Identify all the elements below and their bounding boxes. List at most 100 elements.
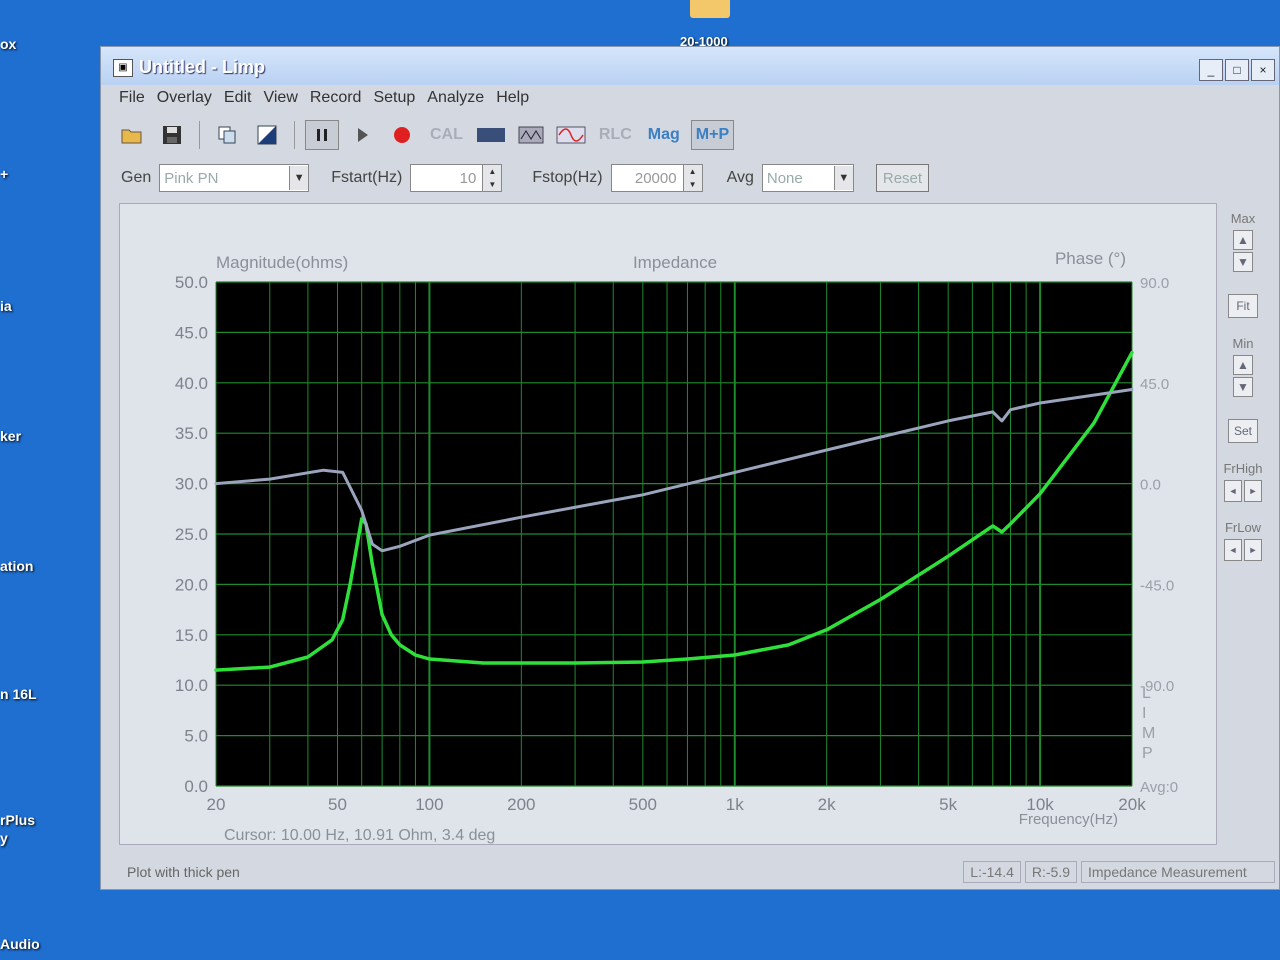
- close-button[interactable]: ×: [1251, 59, 1275, 81]
- desktop-icon-label[interactable]: ia: [0, 298, 12, 314]
- menu-bar: File Overlay Edit View Record Setup Anal…: [101, 85, 1279, 113]
- menu-setup[interactable]: Setup: [371, 85, 425, 113]
- menu-help[interactable]: Help: [494, 85, 539, 113]
- contrast-icon[interactable]: [250, 120, 284, 150]
- x-tick-label: 1k: [726, 795, 744, 814]
- min-down-icon[interactable]: ▼: [1233, 377, 1253, 397]
- y-tick-label: 15.0: [175, 626, 208, 645]
- menu-file[interactable]: File: [117, 85, 155, 113]
- max-down-icon[interactable]: ▼: [1233, 252, 1253, 272]
- y-tick-label: 45.0: [175, 323, 208, 342]
- menu-analyze[interactable]: Analyze: [425, 85, 494, 113]
- chart-title: Impedance: [633, 253, 717, 272]
- fstop-label: Fstop(Hz): [532, 169, 603, 186]
- y2-tick-label: 0.0: [1140, 477, 1161, 494]
- desktop-folder-icon[interactable]: [690, 0, 730, 18]
- fit-button[interactable]: Fit: [1228, 294, 1258, 318]
- y-tick-label: 30.0: [175, 475, 208, 494]
- app-icon[interactable]: ▣: [113, 59, 133, 77]
- save-icon[interactable]: [155, 120, 189, 150]
- menu-record[interactable]: Record: [308, 85, 372, 113]
- desktop-icon-label[interactable]: ker: [0, 428, 21, 444]
- avg-readout: Avg:0: [1140, 779, 1178, 796]
- magnitude-phase-button[interactable]: M+P: [690, 120, 735, 150]
- minimize-button[interactable]: _: [1199, 59, 1223, 81]
- toolbar-separator: [294, 121, 295, 149]
- max-label: Max: [1230, 211, 1256, 226]
- limp-side-label: LIMP: [1142, 685, 1155, 762]
- x-tick-labels: 20 50 100 200 500 1k 2k 5k 10k 20k: [207, 795, 1147, 814]
- max-up-icon[interactable]: ▲: [1233, 230, 1253, 250]
- frlow-left-icon[interactable]: ◄: [1224, 539, 1242, 561]
- status-l: L:-14.4: [963, 861, 1021, 883]
- avg-select[interactable]: None ▼: [761, 164, 854, 192]
- desktop-icon-label[interactable]: +: [0, 166, 8, 182]
- y-tick-label: 0.0: [184, 777, 208, 796]
- chevron-down-icon[interactable]: ▼: [833, 166, 853, 190]
- min-label: Min: [1232, 336, 1254, 351]
- avg-label: Avg: [726, 169, 754, 186]
- fstart-value: 10: [459, 169, 477, 187]
- desktop-icon-label[interactable]: y: [0, 830, 8, 846]
- menu-overlay[interactable]: Overlay: [155, 85, 222, 113]
- fstart-spinner[interactable]: 10 ▲ ▼: [410, 164, 503, 192]
- desktop-icon-label[interactable]: Audio: [0, 936, 40, 952]
- x-tick-label: 500: [629, 795, 657, 814]
- frhigh-right-icon[interactable]: ►: [1244, 480, 1262, 502]
- spinner-arrows-icon[interactable]: ▲ ▼: [682, 165, 702, 191]
- pause-icon[interactable]: [305, 120, 339, 150]
- status-hint: Plot with thick pen: [127, 864, 240, 880]
- toolbar: CAL RLC Mag M+P: [115, 117, 959, 153]
- toolbar-separator: [199, 121, 200, 149]
- y2-tick-label: 45.0: [1140, 376, 1169, 393]
- desktop-icon-label[interactable]: ation: [0, 558, 33, 574]
- x-tick-label: 2k: [818, 795, 836, 814]
- status-r: R:-5.9: [1024, 861, 1077, 883]
- mag-button[interactable]: Mag: [643, 120, 685, 150]
- fstart-label: Fstart(Hz): [331, 169, 403, 186]
- maximize-button[interactable]: □: [1225, 59, 1249, 81]
- y-tick-label: 50.0: [175, 273, 208, 292]
- side-label-letter: M: [1142, 725, 1155, 742]
- y-tick-label: 5.0: [184, 727, 208, 746]
- plot-pane: Magnitude(ohms) Impedance Phase (°) Freq…: [119, 203, 1217, 845]
- status-mode: Impedance Measurement: [1081, 861, 1275, 883]
- menu-edit[interactable]: Edit: [222, 85, 262, 113]
- y-axis-label: Magnitude(ohms): [216, 253, 348, 272]
- open-folder-icon[interactable]: [115, 120, 149, 150]
- waveform-icon[interactable]: [514, 120, 548, 150]
- gen-select[interactable]: Pink PN ▼: [159, 164, 310, 192]
- record-icon[interactable]: [385, 120, 419, 150]
- min-up-icon[interactable]: ▲: [1233, 355, 1253, 375]
- cal-button[interactable]: CAL: [425, 120, 468, 150]
- frhigh-left-icon[interactable]: ◄: [1224, 480, 1242, 502]
- impedance-chart[interactable]: Magnitude(ohms) Impedance Phase (°) Freq…: [120, 204, 1216, 844]
- x-tick-label: 5k: [939, 795, 957, 814]
- play-icon[interactable]: [345, 120, 379, 150]
- side-label-letter: P: [1142, 745, 1153, 762]
- y-tick-label: 25.0: [175, 525, 208, 544]
- fstop-spinner[interactable]: 20000 ▲ ▼: [610, 164, 703, 192]
- frhigh-label: FrHigh: [1223, 461, 1263, 476]
- spinner-arrows-icon[interactable]: ▲ ▼: [482, 165, 502, 191]
- menu-view[interactable]: View: [261, 85, 307, 113]
- frlow-right-icon[interactable]: ►: [1244, 539, 1262, 561]
- desktop-icon-label[interactable]: rPlus: [0, 812, 35, 828]
- gen-label: Gen: [121, 169, 152, 186]
- reset-button[interactable]: Reset: [875, 164, 930, 192]
- desktop-icon-label[interactable]: ox: [0, 36, 16, 52]
- y-tick-label: 20.0: [175, 575, 208, 594]
- set-button[interactable]: Set: [1228, 419, 1258, 443]
- x-tick-label: 20: [207, 795, 226, 814]
- copy-icon[interactable]: [210, 120, 244, 150]
- desktop-icon-label[interactable]: n 16L: [0, 686, 37, 702]
- side-label-letter: I: [1142, 705, 1146, 722]
- rlc-button[interactable]: RLC: [594, 120, 637, 150]
- sine-icon[interactable]: [554, 120, 588, 150]
- x-tick-label: 20k: [1118, 795, 1146, 814]
- side-label-letter: L: [1142, 685, 1151, 702]
- x-tick-label: 10k: [1026, 795, 1054, 814]
- chevron-down-icon[interactable]: ▼: [289, 166, 309, 190]
- title-bar[interactable]: ▣ Untitled - Limp _ □ ×: [101, 47, 1279, 85]
- display-icon[interactable]: [474, 120, 508, 150]
